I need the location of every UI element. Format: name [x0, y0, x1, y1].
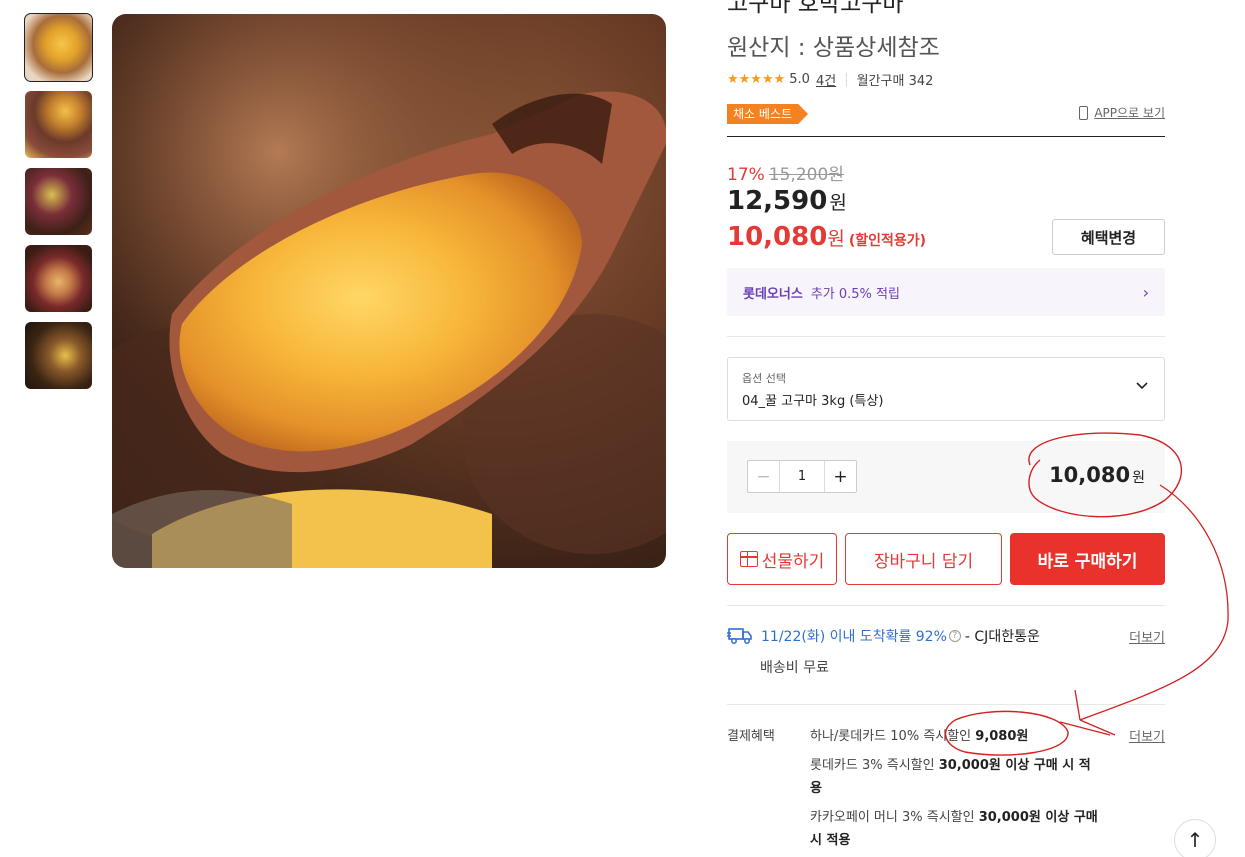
sale-price-note: (할인적용가) [848, 233, 927, 249]
payment-benefit-list: 하나/롯데카드 10% 즉시할인 9,080원 롯데카드 3% 즉시할인 30,… [810, 725, 1100, 857]
option-select-value: 04_꿀 고구마 3kg (특상) [742, 394, 884, 409]
payment-more-link[interactable]: 더보기 [1129, 726, 1165, 745]
section-divider [727, 605, 1165, 606]
product-main-image [112, 14, 666, 568]
currency-unit: 원 [827, 228, 845, 250]
product-origin: 원산지 : 상품상세참조 [727, 35, 940, 61]
delivery-eta: 11/22(화) 이내 도착확률 92% [761, 629, 947, 645]
thumbnail-5[interactable] [25, 322, 92, 389]
rating-score: 5.0 [789, 72, 810, 87]
delivery-truck-icon [727, 627, 753, 645]
sweet-potato-illustration [112, 14, 666, 568]
add-to-cart-button[interactable]: 장바구니 담기 [845, 533, 1002, 585]
payment-benefit-item: 카카오페이 머니 3% 즉시할인 30,000원 이상 구매 시 적용 [810, 810, 1098, 848]
thumbnail-list [24, 13, 93, 399]
view-in-app-label: APP으로 보기 [1094, 106, 1165, 120]
mobile-phone-icon [1079, 105, 1089, 120]
total-price: 10,080 원 [1049, 463, 1145, 487]
option-select[interactable]: 옵션 선택 04_꿀 고구마 3kg (특상) [727, 357, 1165, 421]
delivery-carrier: - CJ대한통운 [964, 629, 1040, 645]
discount-rate: 17% [727, 165, 765, 185]
quantity-input[interactable]: 1 [780, 461, 824, 492]
view-in-app-link[interactable]: APP으로 보기 [1079, 104, 1165, 121]
quantity-increase-button[interactable]: + [824, 461, 856, 492]
thumbnail-4[interactable] [25, 245, 92, 312]
section-divider [727, 336, 1165, 337]
current-price: 12,590 원 [727, 186, 847, 216]
points-brand: 롯데오너스 [743, 286, 803, 302]
monthly-purchase: 월간구매 342 [856, 74, 934, 89]
shipping-fee: 배송비 무료 [760, 660, 829, 676]
rating-separator: | [844, 72, 849, 87]
help-icon[interactable]: ? [948, 630, 961, 642]
payment-benefit-label: 결제혜택 [727, 729, 775, 744]
currency-unit: 원 [829, 192, 847, 214]
option-select-label: 옵션 선택 [742, 372, 786, 385]
section-divider [727, 136, 1165, 137]
delivery-more-link[interactable]: 더보기 [1129, 627, 1165, 646]
star-rating-icon: ★★★★★ [727, 72, 786, 87]
total-price-value: 10,080 [1049, 463, 1131, 487]
quantity-stepper: − 1 + [747, 460, 857, 493]
gift-button[interactable]: 선물하기 [727, 533, 837, 585]
thumbnail-1[interactable] [24, 13, 93, 82]
quantity-panel: − 1 + 10,080 원 [727, 441, 1165, 513]
gift-icon [739, 551, 758, 567]
change-benefit-button[interactable]: 혜택변경 [1052, 219, 1165, 255]
review-count-link[interactable]: 4건 [816, 70, 836, 89]
payment-benefit-item: 하나/롯데카드 10% 즉시할인 9,080원 [810, 729, 1029, 744]
thumbnail-2[interactable] [25, 91, 92, 158]
chevron-right-icon: › [1142, 282, 1149, 302]
category-best-badge: 채소 베스트 [727, 104, 809, 124]
current-price-value: 12,590 [727, 186, 828, 216]
product-title: 고구마 호박고구마 [727, 0, 904, 17]
original-price-row: 17% 15,200원 [727, 160, 844, 185]
gift-button-label: 선물하기 [761, 551, 825, 572]
sale-price-value: 10,080 [727, 222, 828, 252]
scroll-to-top-button[interactable]: ↑ [1174, 819, 1216, 857]
points-text: 추가 0.5% 적립 [810, 286, 900, 302]
delivery-info: 11/22(화) 이내 도착확률 92% ? - CJ대한통운 [727, 626, 1040, 646]
lotte-owners-points-banner[interactable]: 롯데오너스 추가 0.5% 적립 › [727, 268, 1165, 316]
section-divider [727, 704, 1165, 705]
payment-benefit-item: 롯데카드 3% 즉시할인 30,000원 이상 구매 시 적용 [810, 758, 1091, 796]
thumbnail-3[interactable] [25, 168, 92, 235]
buy-now-button[interactable]: 바로 구매하기 [1010, 533, 1165, 585]
currency-unit: 원 [1132, 470, 1145, 486]
sale-price: 10,080원 (할인적용가) [727, 222, 926, 252]
rating-row: ★★★★★ 5.0 4건 | 월간구매 342 [727, 70, 933, 89]
original-price: 15,200원 [768, 165, 844, 185]
quantity-decrease-button[interactable]: − [748, 461, 780, 492]
chevron-down-icon [1136, 378, 1148, 394]
